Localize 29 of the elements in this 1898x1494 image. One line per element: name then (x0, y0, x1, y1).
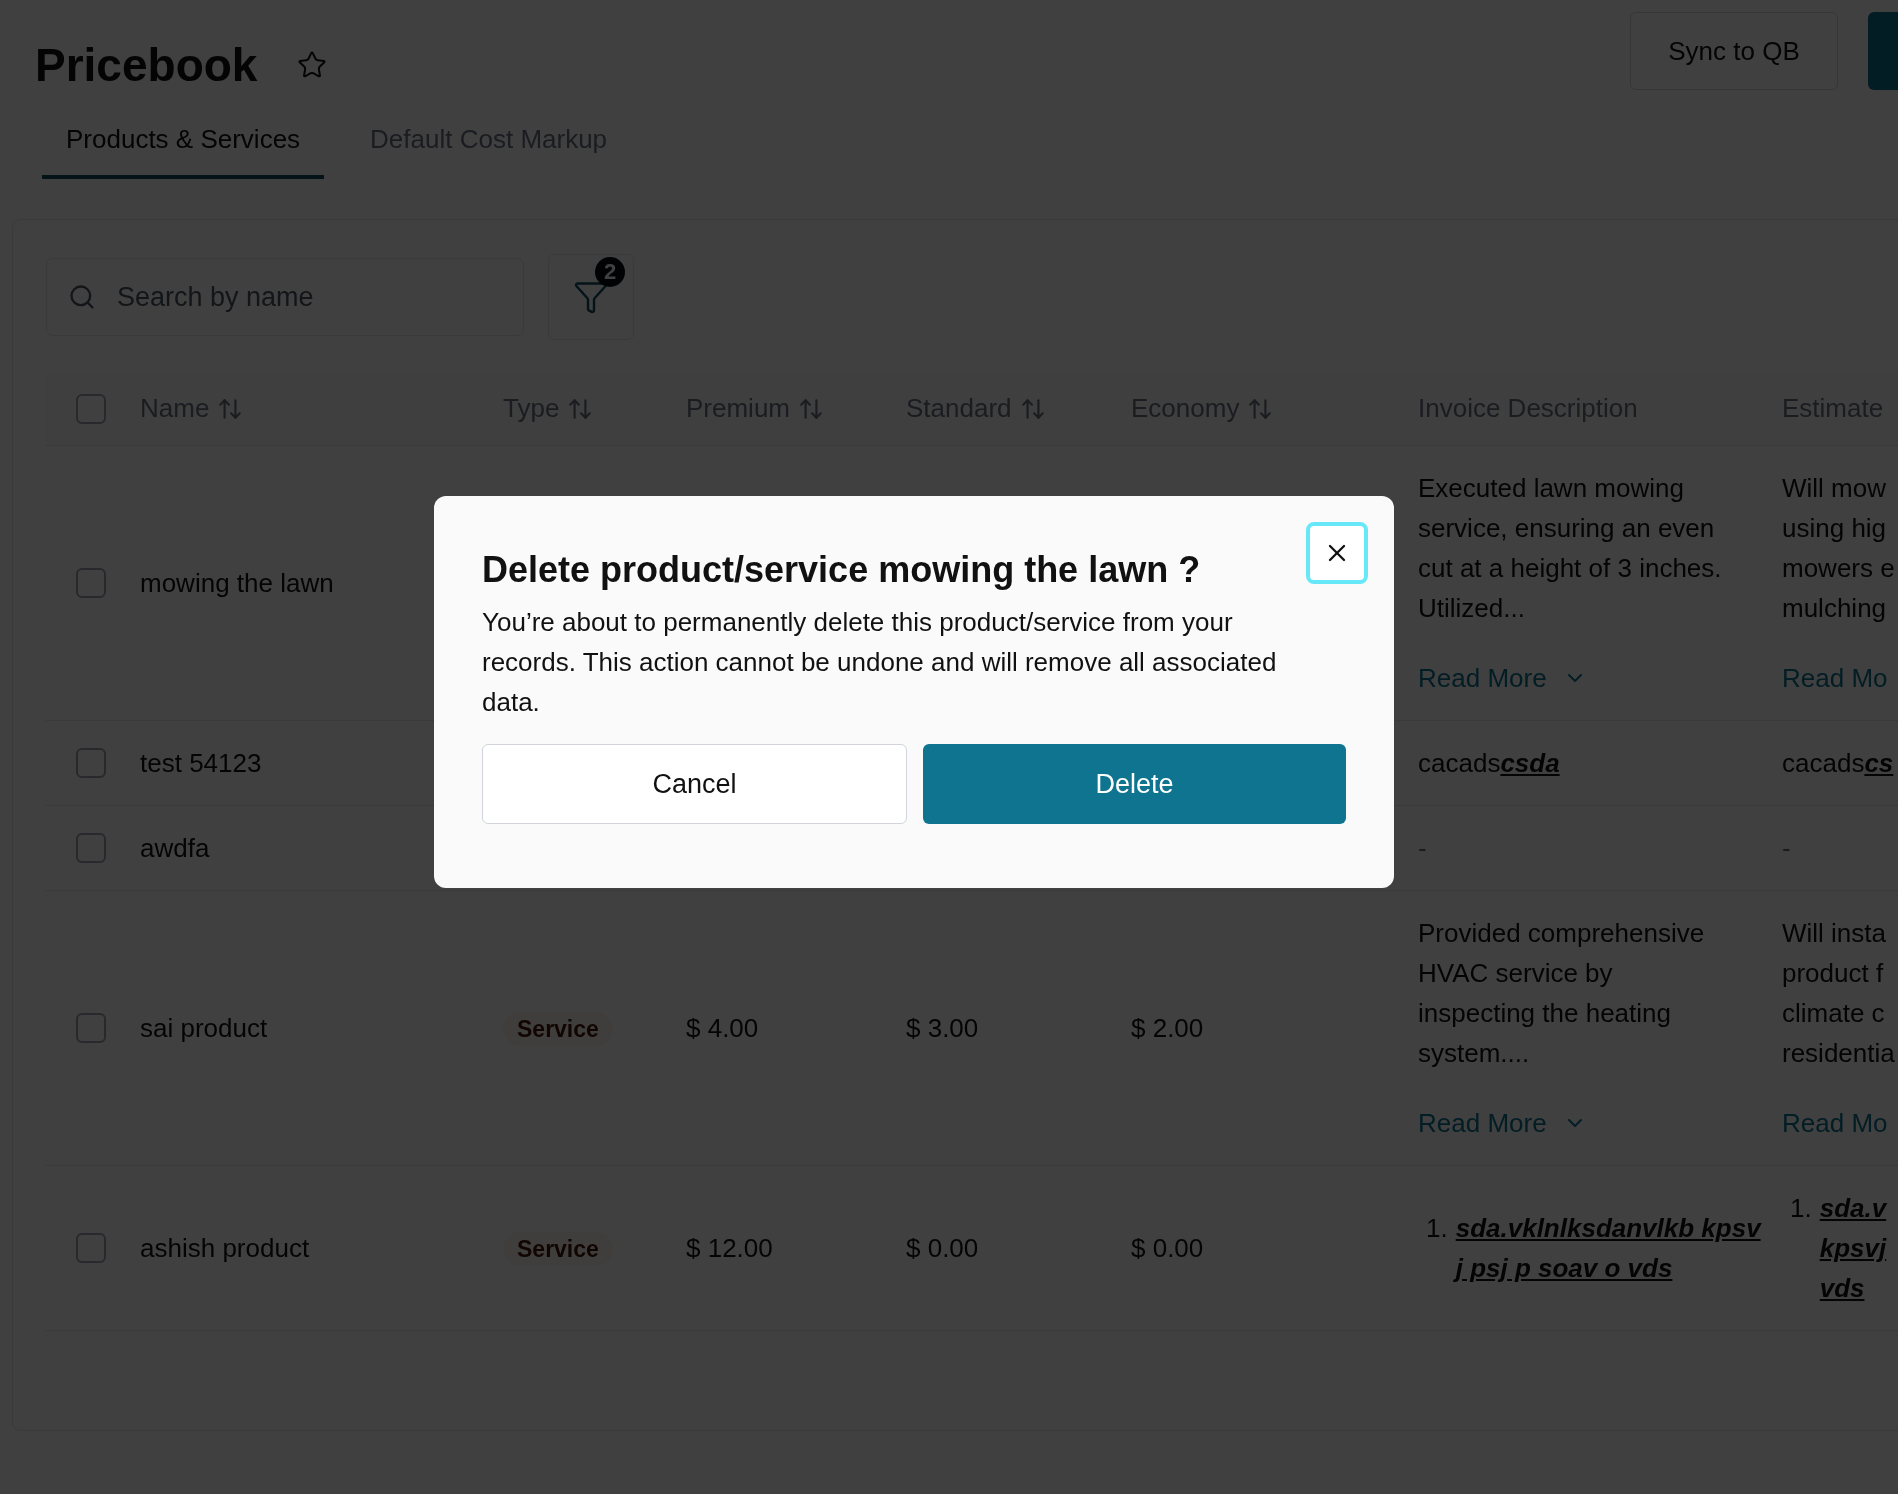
delete-button[interactable]: Delete (923, 744, 1346, 824)
list-number: 1. (1426, 1212, 1448, 1245)
price-text: $ 0.00 (906, 1233, 979, 1263)
page-title: Pricebook (35, 42, 258, 88)
description-text: Provided comprehensive HVAC service by inspecting the heating system.... (1418, 917, 1706, 1070)
price-text: $ 4.00 (686, 1013, 759, 1043)
price-text: $ 3.00 (906, 1013, 979, 1043)
product-name: sai product (140, 1013, 268, 1043)
description-text: Will mow using hig mowers e mulching (1782, 472, 1896, 625)
read-more-link[interactable]: Read Mo (1782, 658, 1888, 698)
list-number: 1. (1790, 1192, 1812, 1225)
price-text: $ 2.00 (1131, 1013, 1204, 1043)
description-text: cacads (1782, 748, 1865, 778)
empty-dash: - (1782, 833, 1791, 863)
read-more-link[interactable]: Read Mo (1782, 1103, 1888, 1143)
empty-dash: - (1418, 833, 1427, 863)
price-text: $ 0.00 (1131, 1233, 1204, 1263)
product-name: awdfa (140, 833, 210, 863)
description-text: Will insta product f climate c residentia (1782, 917, 1896, 1070)
description-text: Executed lawn mowing service, ensuring an even cut at a height of 3 inches. Utilized... (1418, 472, 1723, 625)
price-text: $ 12.00 (686, 1233, 773, 1263)
cancel-button[interactable]: Cancel (482, 744, 907, 824)
product-name: ashish product (140, 1233, 310, 1263)
dialog-message: You’re about to permanently delete this product/service from your records. This action cannot be undone and will remove all associated data. (482, 606, 1278, 719)
dialog-title: Delete product/service mowing the lawn ? (482, 548, 1202, 592)
close-button[interactable] (1306, 522, 1368, 584)
product-name: mowing the lawn (140, 568, 334, 598)
description-text: cacads (1418, 748, 1501, 778)
product-name: test 54123 (140, 748, 262, 778)
